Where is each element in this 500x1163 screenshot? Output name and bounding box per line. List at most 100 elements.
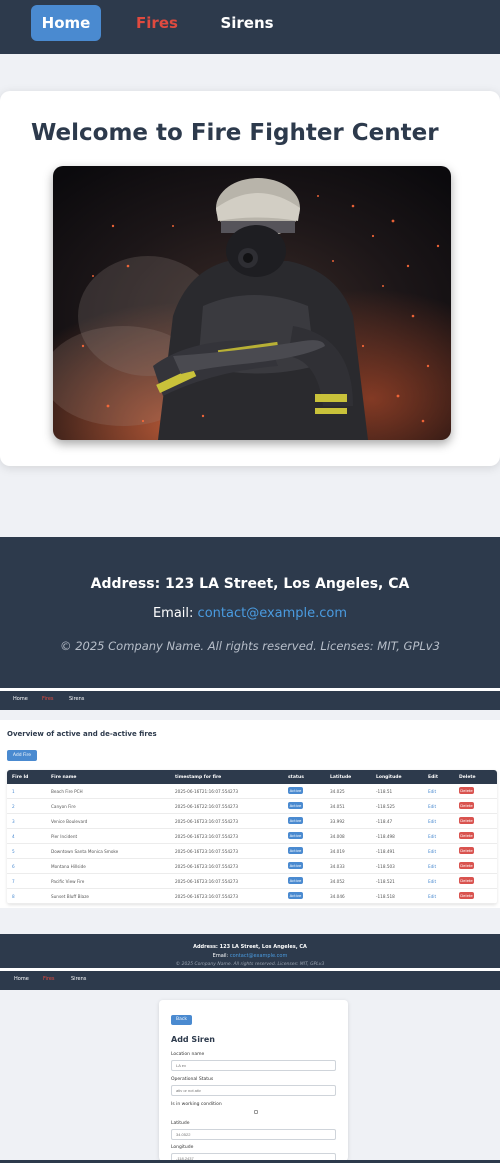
nav-sirens-link[interactable]: Sirens	[69, 696, 84, 702]
location-name-input[interactable]	[171, 1060, 336, 1071]
table-row: 6 Montana Hillside 2025-06-16T23:16:07.5…	[7, 859, 497, 874]
top-navbar: Home Fires Sirens	[0, 0, 500, 54]
fire-timestamp: 2025-06-16T22:16:07.554273	[175, 804, 239, 809]
delete-fire-button[interactable]: Delete	[459, 832, 474, 839]
status-badge: Active	[288, 817, 303, 824]
col-latitude: Latitude	[330, 775, 352, 780]
table-row: 2 Canyon Fire 2025-06-16T22:16:07.554273…	[7, 799, 497, 814]
fire-timestamp: 2025-06-16T23:16:07.554273	[175, 894, 239, 899]
latitude-input[interactable]	[171, 1129, 336, 1140]
delete-fire-button[interactable]: Delete	[459, 892, 474, 899]
footer-email-label: Email:	[152, 606, 194, 621]
fire-id: 4	[12, 834, 15, 839]
table-row: 5 Downtown Santa Monica Smoke 2025-06-16…	[7, 844, 497, 859]
col-fire-id: Fire Id	[12, 775, 29, 780]
fire-latitude: 34.025	[330, 789, 345, 794]
welcome-heading: Welcome to Fire Fighter Center	[31, 120, 439, 146]
nav-fires-link[interactable]: Fires	[43, 976, 55, 982]
delete-fire-button[interactable]: Delete	[459, 802, 474, 809]
footer-address: Address: 123 LA Street, Los Angeles, CA	[90, 576, 410, 592]
fire-longitude: -118.47	[376, 819, 393, 824]
nav-home-link[interactable]: Home	[14, 976, 29, 982]
fire-id: 7	[12, 879, 15, 884]
fire-longitude: -118.491	[376, 849, 395, 854]
status-badge: Active	[288, 802, 303, 809]
fires-page-navbar: Home Fires Sirens	[0, 691, 500, 710]
col-timestamp: timestamp for fire	[175, 775, 222, 780]
edit-fire-link[interactable]: Edit	[428, 789, 436, 794]
delete-fire-button[interactable]: Delete	[459, 817, 474, 824]
footer-email-link[interactable]: contact@example.com	[230, 953, 288, 959]
nav-fires-link[interactable]: Fires	[42, 696, 54, 702]
col-delete: Delete	[459, 775, 476, 780]
fire-id: 6	[12, 864, 15, 869]
edit-fire-link[interactable]: Edit	[428, 879, 436, 884]
footer-copyright: © 2025 Company Name. All rights reserved…	[60, 639, 440, 653]
status-badge: Active	[288, 787, 303, 794]
sirens-page-navbar: Home Fires Sirens	[0, 971, 500, 990]
nav-home-link[interactable]: Home	[13, 696, 28, 702]
fire-id: 3	[12, 819, 15, 824]
fire-name: Pacific View Fire	[51, 879, 85, 884]
footer-address: Address: 123 LA Street, Los Angeles, CA	[193, 944, 307, 950]
fire-longitude: -118.521	[376, 879, 395, 884]
nav-fires-link[interactable]: Fires	[132, 5, 182, 41]
firefighter-hero-image	[53, 166, 451, 440]
latitude-label: Latitude	[171, 1121, 190, 1126]
add-fire-button[interactable]: Add Fire	[7, 750, 37, 761]
delete-fire-button[interactable]: Delete	[459, 877, 474, 884]
fire-timestamp: 2025-06-16T23:16:07.554273	[175, 834, 239, 839]
footer-email-link[interactable]: contact@example.com	[198, 606, 348, 621]
longitude-label: Longitude	[171, 1145, 194, 1150]
fire-longitude: -118.503	[376, 864, 395, 869]
delete-fire-button[interactable]: Delete	[459, 787, 474, 794]
delete-fire-button[interactable]: Delete	[459, 847, 474, 854]
fire-name: Downtown Santa Monica Smoke	[51, 849, 119, 854]
fire-timestamp: 2025-06-16T23:16:07.554273	[175, 849, 239, 854]
operational-status-input[interactable]	[171, 1085, 336, 1096]
table-row: 3 Venice Boulevard 2025-06-16T23:16:07.5…	[7, 814, 497, 829]
fire-latitude: 34.008	[330, 834, 345, 839]
table-row: 8 Sunset Bluff Blaze 2025-06-16T23:16:07…	[7, 889, 497, 904]
status-badge: Active	[288, 862, 303, 869]
fire-longitude: -118.51	[376, 789, 393, 794]
working-condition-label: Is in working condition	[171, 1102, 222, 1107]
footer-email: Email: contact@example.com	[0, 953, 500, 959]
table-row: 7 Pacific View Fire 2025-06-16T23:16:07.…	[7, 874, 497, 889]
col-fire-name: Fire name	[51, 775, 77, 780]
fire-latitude: 33.992	[330, 819, 345, 824]
edit-fire-link[interactable]: Edit	[428, 849, 436, 854]
fire-id: 5	[12, 849, 15, 854]
nav-sirens-link[interactable]: Sirens	[218, 5, 276, 41]
nav-sirens-link[interactable]: Sirens	[71, 976, 86, 982]
fire-latitude: 34.033	[330, 864, 345, 869]
fire-name: Venice Boulevard	[51, 819, 88, 824]
back-button[interactable]: Back	[171, 1015, 192, 1025]
edit-fire-link[interactable]: Edit	[428, 864, 436, 869]
fire-latitude: 34.019	[330, 849, 345, 854]
table-row: 4 Pier Incident 2025-06-16T23:16:07.5542…	[7, 829, 497, 844]
fire-name: Sunset Bluff Blaze	[51, 894, 89, 899]
fire-latitude: 34.051	[330, 804, 345, 809]
fire-latitude: 34.052	[330, 879, 345, 884]
footer-email: Email: contact@example.com	[0, 606, 500, 621]
fires-footer: Address: 123 LA Street, Los Angeles, CA …	[0, 934, 500, 968]
edit-fire-link[interactable]: Edit	[428, 819, 436, 824]
fire-name: Beach Fire PCH	[51, 789, 83, 794]
fires-overview-title: Overview of active and de-active fires	[7, 730, 157, 738]
col-status: status	[288, 775, 304, 780]
fire-longitude: -118.525	[376, 804, 395, 809]
status-badge: Active	[288, 832, 303, 839]
nav-home-link[interactable]: Home	[31, 5, 101, 41]
location-name-label: Location name	[171, 1052, 205, 1057]
delete-fire-button[interactable]: Delete	[459, 862, 474, 869]
working-condition-checkbox[interactable]	[254, 1110, 258, 1114]
table-row: 1 Beach Fire PCH 2025-06-16T21:16:07.554…	[7, 784, 497, 799]
fire-name: Canyon Fire	[51, 804, 76, 809]
edit-fire-link[interactable]: Edit	[428, 804, 436, 809]
fire-longitude: -118.498	[376, 834, 395, 839]
edit-fire-link[interactable]: Edit	[428, 894, 436, 899]
page: Home Fires Sirens Welcome to Fire Fighte…	[0, 0, 500, 1163]
fire-id: 8	[12, 894, 15, 899]
edit-fire-link[interactable]: Edit	[428, 834, 436, 839]
